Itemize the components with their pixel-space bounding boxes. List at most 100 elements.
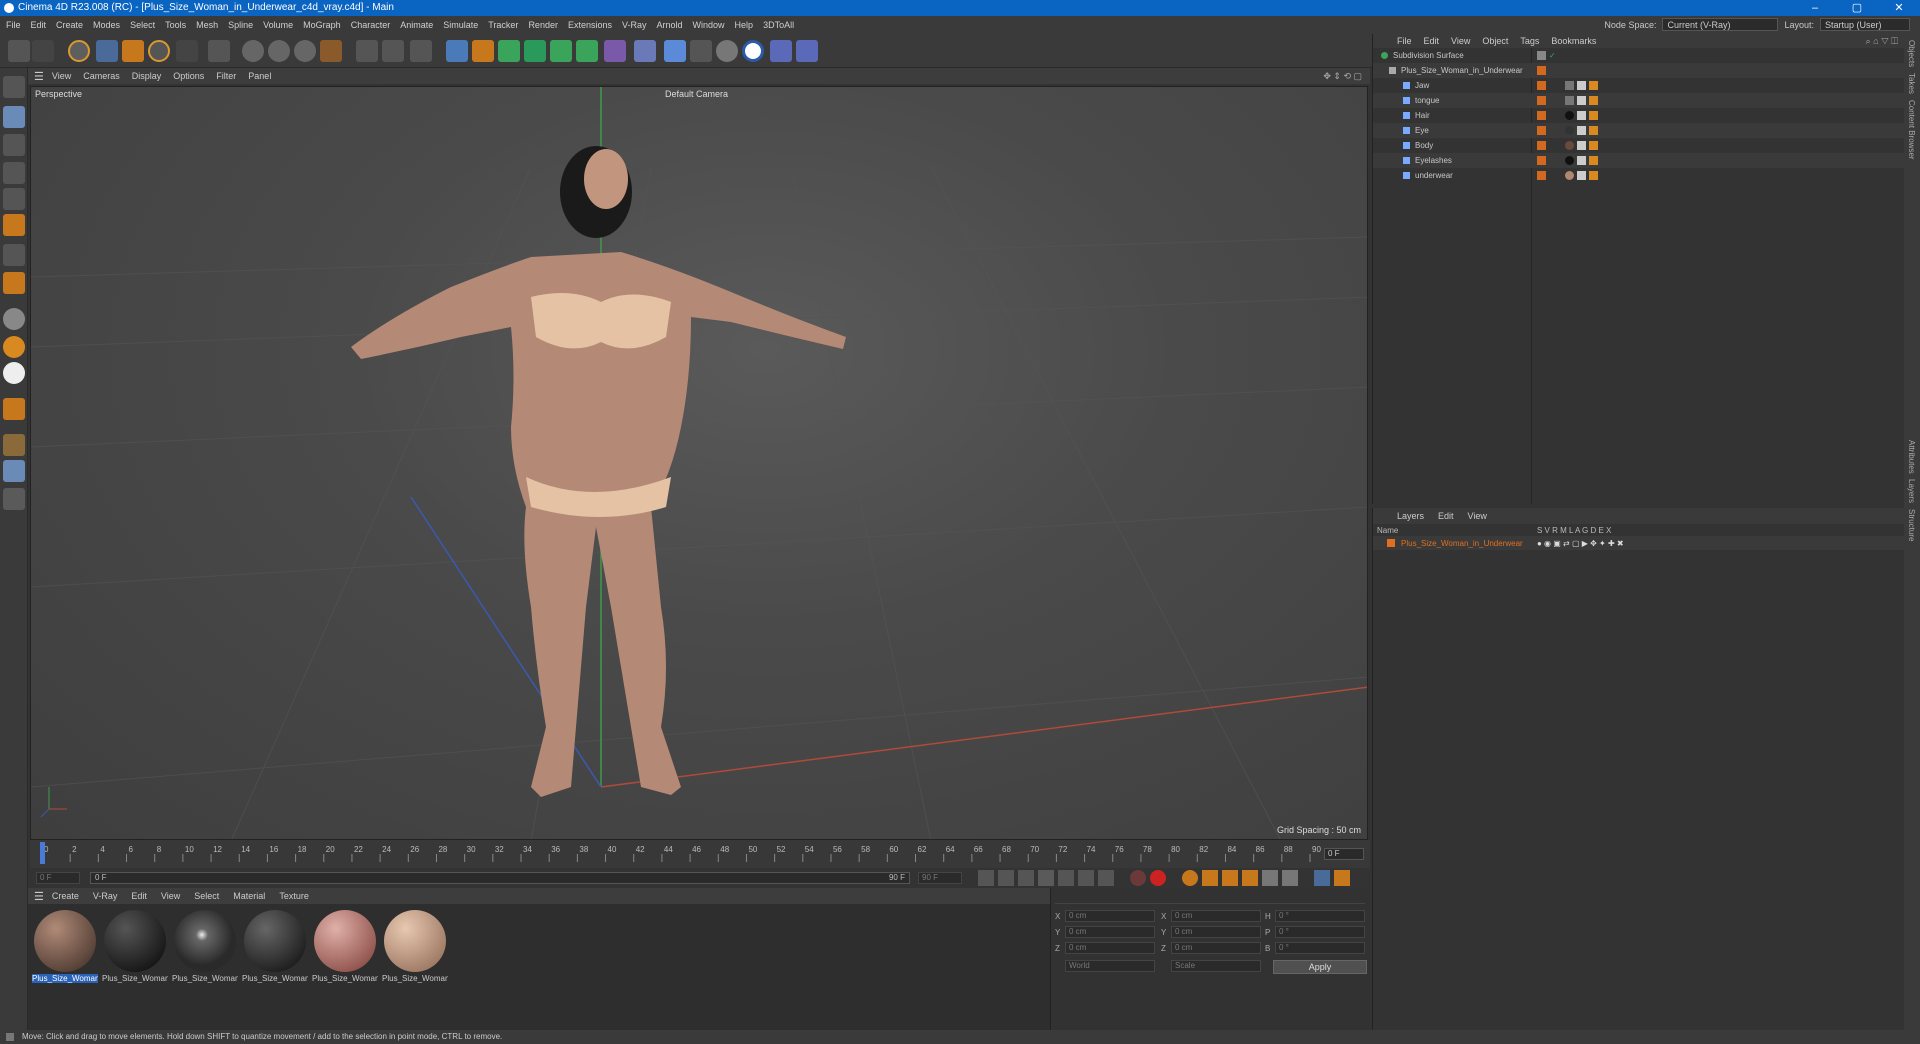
- key-position-icon[interactable]: [1202, 870, 1218, 886]
- move-tool-icon[interactable]: [96, 40, 118, 62]
- material-menu-texture[interactable]: Texture: [279, 891, 309, 901]
- layer-flag-icons[interactable]: ● ◉ ▣ ⇄ ▢ ▶ ✥ ✦ ✚ ✖: [1537, 539, 1624, 548]
- recent-tool-icon[interactable]: [176, 40, 198, 62]
- menu-3dtoall[interactable]: 3DToAll: [763, 20, 794, 30]
- timeline-icon[interactable]: [1334, 870, 1350, 886]
- rot-h-field[interactable]: 0 °: [1275, 910, 1365, 922]
- layer-menu-layers[interactable]: Layers: [1397, 511, 1424, 521]
- viewport-menu-filter[interactable]: Filter: [216, 71, 236, 81]
- mograph-icon[interactable]: [576, 40, 598, 62]
- object-row[interactable]: tongue: [1373, 93, 1905, 108]
- visibility-dot-icon[interactable]: [1537, 51, 1546, 60]
- render-settings-icon[interactable]: [410, 40, 432, 62]
- pos-x-field[interactable]: 0 cm: [1065, 910, 1155, 922]
- material-swatch[interactable]: Plus_Size_Woman: [242, 908, 308, 988]
- rot-b-field[interactable]: 0 °: [1275, 942, 1365, 954]
- tab-attributes[interactable]: Attributes: [1907, 440, 1916, 474]
- menu-mograph[interactable]: MoGraph: [303, 20, 341, 30]
- texture-tag-icon[interactable]: [1577, 111, 1586, 120]
- menu-select[interactable]: Select: [130, 20, 155, 30]
- menu-animate[interactable]: Animate: [400, 20, 433, 30]
- object-menu-object[interactable]: Object: [1482, 36, 1508, 46]
- select-tool-icon[interactable]: [68, 40, 90, 62]
- coordinate-mode-dropdown[interactable]: World: [1065, 960, 1155, 972]
- layer-color-icon[interactable]: [1537, 171, 1546, 180]
- edges-mode-icon[interactable]: [3, 188, 25, 210]
- material-menu-view[interactable]: View: [161, 891, 180, 901]
- material-tag-icon[interactable]: [1565, 171, 1574, 180]
- play-icon[interactable]: [1038, 870, 1054, 886]
- keyframe-selection-icon[interactable]: [1182, 870, 1198, 886]
- object-menu-file[interactable]: File: [1397, 36, 1412, 46]
- object-menu-view[interactable]: View: [1451, 36, 1470, 46]
- material-menu-vray[interactable]: V-Ray: [93, 891, 118, 901]
- material-tag-icon[interactable]: [1565, 96, 1574, 105]
- grid-icon[interactable]: [3, 460, 25, 482]
- menu-arnold[interactable]: Arnold: [657, 20, 683, 30]
- axis-mode-icon[interactable]: [3, 244, 25, 266]
- material-swatch[interactable]: Plus_Size_Woman: [172, 908, 238, 988]
- menu-window[interactable]: Window: [693, 20, 725, 30]
- go-to-start-icon[interactable]: [978, 870, 994, 886]
- object-menu-bookmarks[interactable]: Bookmarks: [1551, 36, 1596, 46]
- scale-tool-icon[interactable]: [122, 40, 144, 62]
- layer-color-icon[interactable]: [1537, 66, 1546, 75]
- redo-icon[interactable]: [32, 40, 54, 62]
- texture-tag-icon[interactable]: [1577, 126, 1586, 135]
- previous-frame-icon[interactable]: [1018, 870, 1034, 886]
- layer-color-swatch[interactable]: [1387, 539, 1395, 547]
- selection-tag-icon[interactable]: [1589, 171, 1598, 180]
- timeline-ruler[interactable]: 0 2 4 6 8 10 12 14 16 18 20 22 24 26 28 30 32 34 36 38 40 42 4…: [30, 840, 1370, 868]
- menu-tracker[interactable]: Tracker: [488, 20, 518, 30]
- cloner-icon[interactable]: [550, 40, 572, 62]
- menu-edit[interactable]: Edit: [31, 20, 47, 30]
- viewport-nav-icons[interactable]: ✥ ⇕ ⟲ ▢: [1323, 71, 1362, 82]
- viewport-hamburger-icon[interactable]: ☰: [34, 70, 44, 83]
- menu-vray[interactable]: V-Ray: [622, 20, 647, 30]
- floor-icon[interactable]: [664, 40, 686, 62]
- node-space-dropdown[interactable]: Current (V-Ray): [1662, 18, 1779, 31]
- layer-color-icon[interactable]: [1537, 141, 1546, 150]
- model-mode-icon[interactable]: [3, 106, 25, 128]
- current-frame-field[interactable]: 0 F: [1324, 848, 1364, 860]
- end-frame-field[interactable]: 90 F: [918, 872, 962, 884]
- make-editable-icon[interactable]: [3, 76, 25, 98]
- rot-p-field[interactable]: 0 °: [1275, 926, 1365, 938]
- material-swatch[interactable]: Plus_Size_Woman: [102, 908, 168, 988]
- rotate-tool-icon[interactable]: [148, 40, 170, 62]
- menu-extensions[interactable]: Extensions: [568, 20, 612, 30]
- layer-color-icon[interactable]: [1537, 156, 1546, 165]
- material-tag-icon[interactable]: [1565, 81, 1574, 90]
- viewport-menu-display[interactable]: Display: [132, 71, 162, 81]
- go-to-end-icon[interactable]: [1098, 870, 1114, 886]
- render-picture-viewer-icon[interactable]: [382, 40, 404, 62]
- material-menu-material[interactable]: Material: [233, 891, 265, 901]
- texture-tag-icon[interactable]: [1577, 156, 1586, 165]
- close-button[interactable]: ✕: [1878, 0, 1920, 16]
- tab-takes[interactable]: Takes: [1907, 73, 1916, 94]
- size-z-field[interactable]: 0 cm: [1171, 942, 1261, 954]
- material-menu-select[interactable]: Select: [194, 891, 219, 901]
- key-rotation-icon[interactable]: [1242, 870, 1258, 886]
- sculpt-icon[interactable]: [3, 336, 25, 358]
- render-view-icon[interactable]: [356, 40, 378, 62]
- selection-tag-icon[interactable]: [1589, 96, 1598, 105]
- y-axis-lock-icon[interactable]: [268, 40, 290, 62]
- viewport-menu-cameras[interactable]: Cameras: [83, 71, 120, 81]
- layer-color-icon[interactable]: [1537, 81, 1546, 90]
- key-parameter-icon[interactable]: [1262, 870, 1278, 886]
- x-axis-lock-icon[interactable]: [242, 40, 264, 62]
- coordinate-system-icon[interactable]: [320, 40, 342, 62]
- object-menu-tags[interactable]: Tags: [1520, 36, 1539, 46]
- menu-modes[interactable]: Modes: [93, 20, 120, 30]
- workplane-icon[interactable]: [3, 272, 25, 294]
- key-pla-icon[interactable]: [1282, 870, 1298, 886]
- camera-icon[interactable]: [690, 40, 712, 62]
- record-keys-icon[interactable]: [1130, 870, 1146, 886]
- selection-tag-icon[interactable]: [1589, 126, 1598, 135]
- next-key-icon[interactable]: [1078, 870, 1094, 886]
- points-mode-icon[interactable]: [3, 162, 25, 184]
- object-row[interactable]: Eyelashes: [1373, 153, 1905, 168]
- material-menu-edit[interactable]: Edit: [131, 891, 147, 901]
- size-x-field[interactable]: 0 cm: [1171, 910, 1261, 922]
